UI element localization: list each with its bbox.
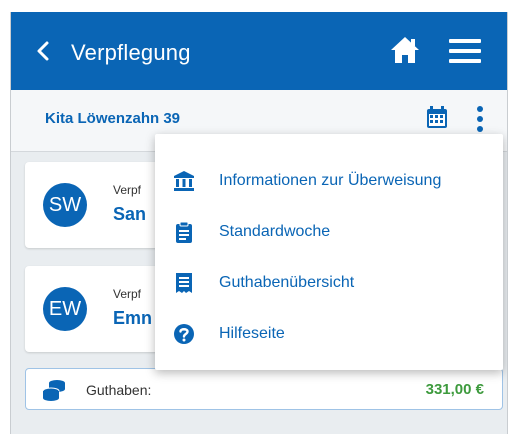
help-icon bbox=[174, 324, 194, 344]
child-card-label: Verpf bbox=[113, 183, 142, 197]
hamburger-menu-button[interactable] bbox=[447, 36, 483, 66]
app-header: Verpflegung bbox=[11, 12, 507, 90]
menu-item-label: Hilfeseite bbox=[219, 325, 285, 342]
child-card-label: Verpf bbox=[113, 287, 142, 301]
home-button[interactable] bbox=[389, 34, 421, 66]
more-options-button[interactable] bbox=[475, 105, 485, 133]
clipboard-icon bbox=[176, 221, 192, 243]
more-vertical-icon bbox=[477, 106, 483, 132]
back-button[interactable] bbox=[33, 39, 55, 63]
balance-value: 331,00 € bbox=[425, 381, 484, 398]
menu-item-standard-week[interactable]: Standardwoche bbox=[155, 209, 503, 255]
app-frame: Verpflegung Kita Löwenzahn 39 SW Verpf S… bbox=[10, 12, 508, 434]
location-name: Kita Löwenzahn 39 bbox=[45, 110, 181, 127]
menu-item-help[interactable]: Hilfeseite bbox=[155, 311, 503, 357]
balance-bar[interactable]: Guthaben: 331,00 € bbox=[25, 368, 503, 410]
options-dropdown: Informationen zur Überweisung Standardwo… bbox=[155, 134, 503, 370]
receipt-icon bbox=[176, 273, 192, 293]
page-title: Verpflegung bbox=[71, 40, 191, 65]
calendar-button[interactable] bbox=[426, 105, 448, 129]
balance-label: Guthaben: bbox=[86, 382, 152, 398]
coins-icon bbox=[42, 380, 65, 401]
menu-item-label: Standardwoche bbox=[219, 223, 331, 240]
child-name: Emn bbox=[113, 308, 153, 328]
home-icon bbox=[391, 37, 419, 63]
chevron-left-icon bbox=[37, 41, 49, 61]
menu-item-label: Informationen zur Überweisung bbox=[219, 172, 442, 189]
menu-item-transfer-info[interactable]: Informationen zur Überweisung bbox=[155, 158, 503, 204]
child-name: San bbox=[113, 204, 147, 224]
menu-item-balance-overview[interactable]: Guthabenübersicht bbox=[155, 260, 503, 306]
avatar: EW bbox=[43, 287, 87, 331]
avatar: SW bbox=[43, 183, 87, 227]
bank-icon bbox=[174, 171, 194, 191]
calendar-icon bbox=[427, 106, 447, 128]
hamburger-icon bbox=[449, 39, 481, 63]
menu-item-label: Guthabenübersicht bbox=[219, 274, 355, 291]
